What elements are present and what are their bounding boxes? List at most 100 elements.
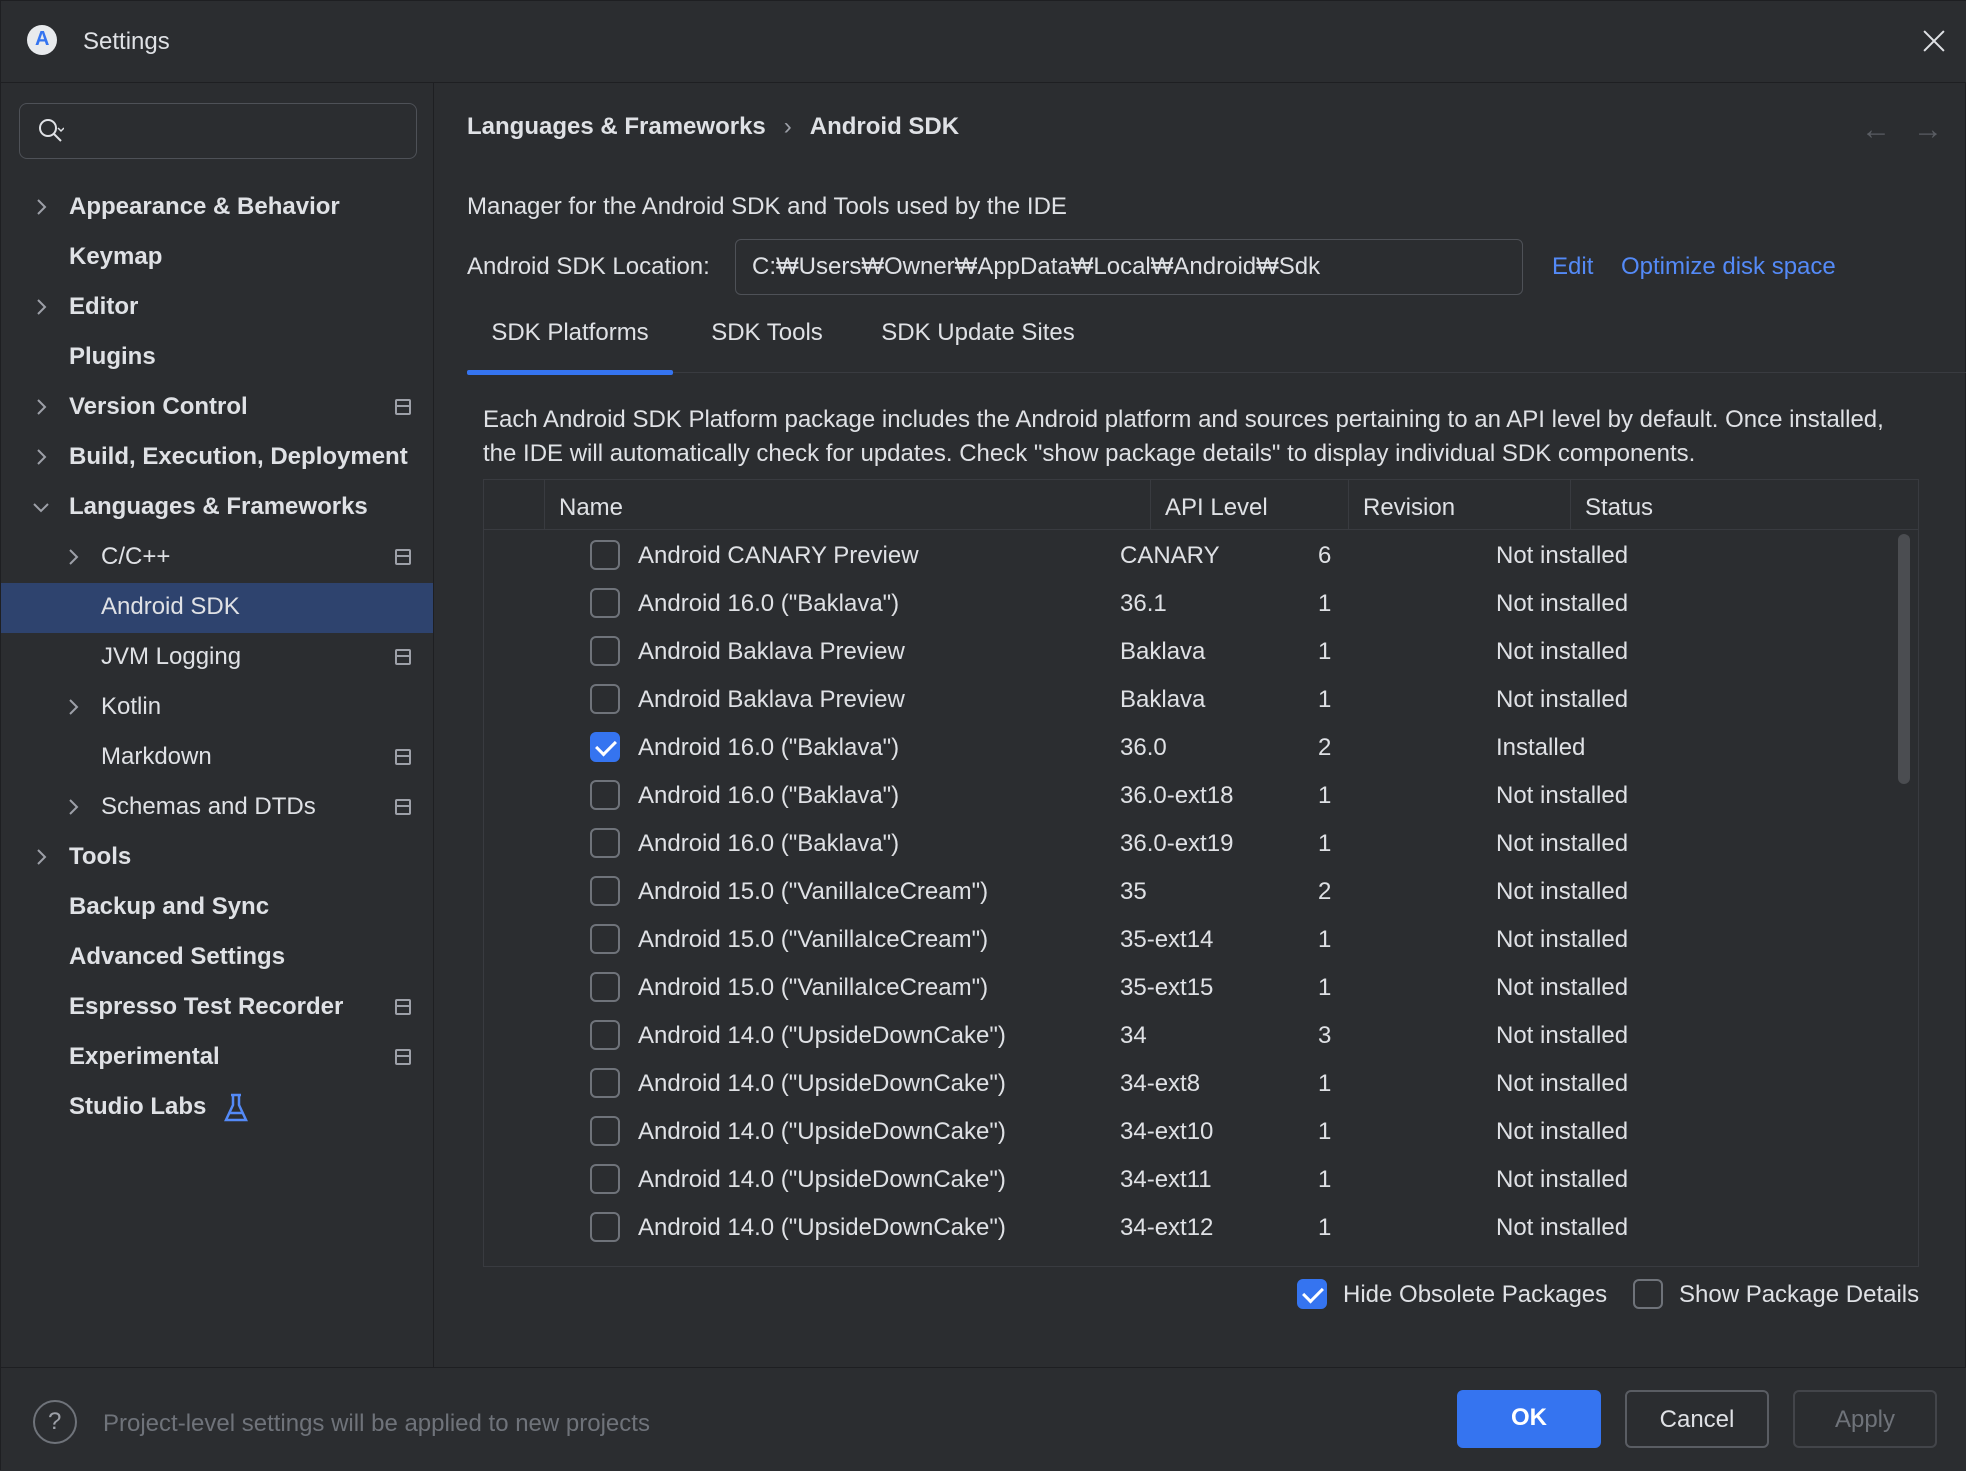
chevron-down-icon[interactable] — [31, 497, 51, 517]
chevron-right-icon[interactable] — [63, 697, 83, 717]
package-checkbox[interactable] — [590, 780, 620, 810]
package-name: Android 16.0 ("Baklava") — [638, 782, 900, 809]
sidebar-item-build-execution-deployment[interactable]: Build, Execution, Deployment — [1, 433, 433, 483]
sidebar-item-espresso-test-recorder[interactable]: Espresso Test Recorder — [1, 983, 433, 1033]
cancel-button[interactable]: Cancel — [1625, 1390, 1769, 1448]
package-checkbox[interactable] — [590, 636, 620, 666]
column-header-api-level[interactable]: API Level — [1150, 480, 1348, 530]
sidebar-item-editor[interactable]: Editor — [1, 283, 433, 333]
sidebar-item-keymap[interactable]: Keymap — [1, 233, 433, 283]
chevron-right-icon[interactable] — [63, 797, 83, 817]
chevron-right-icon[interactable] — [31, 447, 51, 467]
chevron-right-icon[interactable] — [31, 397, 51, 417]
package-checkbox[interactable] — [590, 1068, 620, 1098]
sidebar-item-tools[interactable]: Tools — [1, 833, 433, 883]
sidebar-item-experimental[interactable]: Experimental — [1, 1033, 433, 1083]
sidebar-item-jvm-logging[interactable]: JVM Logging — [1, 633, 433, 683]
table-row[interactable]: Android 14.0 ("UpsideDownCake") 34-ext8 1 N… — [484, 1060, 1900, 1108]
table-row[interactable]: Android 16.0 ("Baklava") 36.0-ext18 1 Not i… — [484, 772, 1900, 820]
table-row[interactable]: Android 15.0 ("VanillaIceCream") 35-ext15… — [484, 964, 1900, 1012]
tab-sdk-tools[interactable]: SDK Tools — [693, 315, 841, 373]
package-checkbox[interactable] — [590, 876, 620, 906]
forward-arrow-icon[interactable]: → — [1913, 113, 1943, 147]
install-status: Not installed — [1496, 878, 1629, 905]
table-row[interactable]: Android 14.0 ("UpsideDownCake") 34 3 Not in… — [484, 1012, 1900, 1060]
table-row[interactable]: Android 14.0 ("UpsideDownCake") 34-ext12 1… — [484, 1204, 1900, 1252]
table-row[interactable]: Android 16.0 ("Baklava") 36.1 1 Not install… — [484, 580, 1900, 628]
install-status: Not installed — [1496, 542, 1629, 569]
revision: 1 — [1318, 1166, 1332, 1193]
table-row[interactable]: Android 15.0 ("VanillaIceCream") 35 2 Not i… — [484, 868, 1900, 916]
sidebar-item-kotlin[interactable]: Kotlin — [1, 683, 433, 733]
sidebar-item-plugins[interactable]: Plugins — [1, 333, 433, 383]
settings-search[interactable] — [19, 103, 417, 159]
column-header-status[interactable]: Status — [1570, 480, 1918, 530]
table-scrollbar[interactable] — [1898, 534, 1910, 784]
table-row[interactable]: Android 16.0 ("Baklava") 36.0-ext19 1 Not i… — [484, 820, 1900, 868]
hide-obsolete-checkbox[interactable] — [1297, 1279, 1327, 1309]
package-checkbox[interactable] — [590, 1164, 620, 1194]
show-package-details-checkbox[interactable] — [1633, 1279, 1663, 1309]
ok-button[interactable]: OK — [1457, 1390, 1601, 1448]
column-header-revision[interactable]: Revision — [1348, 480, 1570, 530]
sidebar-item-android-sdk[interactable]: Android SDK — [1, 583, 433, 633]
sidebar-item-label: Appearance & Behavior — [69, 193, 340, 220]
package-checkbox[interactable] — [590, 540, 620, 570]
table-row[interactable]: Android 15.0 ("VanillaIceCream") 35-ext14… — [484, 916, 1900, 964]
package-name: Android 15.0 ("VanillaIceCream") — [638, 878, 989, 905]
sdk-location-input[interactable] — [752, 248, 1502, 286]
sidebar-item-appearance-behavior[interactable]: Appearance & Behavior — [1, 183, 433, 233]
api-level: 36.0-ext19 — [1120, 830, 1234, 857]
package-checkbox[interactable] — [590, 924, 620, 954]
chevron-right-icon[interactable] — [63, 547, 83, 567]
help-button[interactable] — [33, 1400, 77, 1444]
sdk-location-field[interactable] — [735, 239, 1523, 295]
table-row[interactable]: Android 14.0 ("UpsideDownCake") 34-ext11 1… — [484, 1156, 1900, 1204]
hide-obsolete-label: Hide Obsolete Packages — [1343, 1281, 1608, 1308]
sidebar-item-backup-and-sync[interactable]: Backup and Sync — [1, 883, 433, 933]
revision: 6 — [1318, 542, 1332, 569]
table-row[interactable]: Android Baklava Preview Baklava 1 Not insta… — [484, 628, 1900, 676]
search-input[interactable] — [80, 112, 400, 150]
sidebar-item-schemas-and-dtds[interactable]: Schemas and DTDs — [1, 783, 433, 833]
sidebar-item-studio-labs[interactable]: Studio Labs — [1, 1083, 433, 1133]
table-row[interactable]: Android CANARY Preview CANARY 6 Not install… — [484, 532, 1900, 580]
revision: 2 — [1318, 734, 1332, 761]
revision: 1 — [1318, 1214, 1332, 1241]
package-checkbox[interactable] — [590, 972, 620, 1002]
package-checkbox[interactable] — [590, 1212, 620, 1242]
tab-sdk-update-sites[interactable]: SDK Update Sites — [871, 315, 1085, 373]
install-status: Not installed — [1496, 926, 1629, 953]
table-row[interactable]: Android Baklava Preview Baklava 1 Not insta… — [484, 676, 1900, 724]
package-checkbox[interactable] — [590, 732, 620, 762]
sidebar-item-advanced-settings[interactable]: Advanced Settings — [1, 933, 433, 983]
table-row[interactable]: Android 14.0 ("UpsideDownCake") 34-ext10 1… — [484, 1108, 1900, 1156]
table-header: Name API Level Revision Status — [484, 480, 1918, 530]
package-checkbox[interactable] — [590, 684, 620, 714]
edit-link[interactable]: Edit — [1552, 253, 1593, 281]
sidebar-item-markdown[interactable]: Markdown — [1, 733, 433, 783]
sidebar-item-c-c[interactable]: C/C++ — [1, 533, 433, 583]
table-row[interactable]: Android 16.0 ("Baklava") 36.0 2 Installed — [484, 724, 1900, 772]
chevron-right-icon[interactable] — [31, 197, 51, 217]
close-button[interactable] — [1919, 23, 1949, 59]
apply-button[interactable]: Apply — [1793, 1390, 1937, 1448]
sidebar-item-label: C/C++ — [101, 543, 171, 570]
package-checkbox[interactable] — [590, 1020, 620, 1050]
back-arrow-icon[interactable]: ← — [1861, 113, 1891, 147]
package-checkbox[interactable] — [590, 588, 620, 618]
sidebar-item-label: Version Control — [69, 393, 248, 420]
chevron-right-icon[interactable] — [31, 847, 51, 867]
sidebar-item-label: Kotlin — [101, 693, 162, 720]
sidebar-item-version-control[interactable]: Version Control — [1, 383, 433, 433]
platforms-info-text: Each Android SDK Platform package includ… — [483, 406, 1884, 467]
sidebar-item-languages-frameworks[interactable]: Languages & Frameworks — [1, 483, 433, 533]
column-header-name[interactable]: Name — [544, 480, 1146, 530]
package-checkbox[interactable] — [590, 1116, 620, 1146]
optimize-disk-space-link[interactable]: Optimize disk space — [1621, 253, 1836, 281]
tab-sdk-platforms[interactable]: SDK Platforms — [467, 315, 673, 375]
breadcrumb-item-languages-frameworks[interactable]: Languages & Frameworks — [467, 113, 766, 141]
revision: 1 — [1318, 974, 1332, 1001]
chevron-right-icon[interactable] — [31, 297, 51, 317]
package-checkbox[interactable] — [590, 828, 620, 858]
